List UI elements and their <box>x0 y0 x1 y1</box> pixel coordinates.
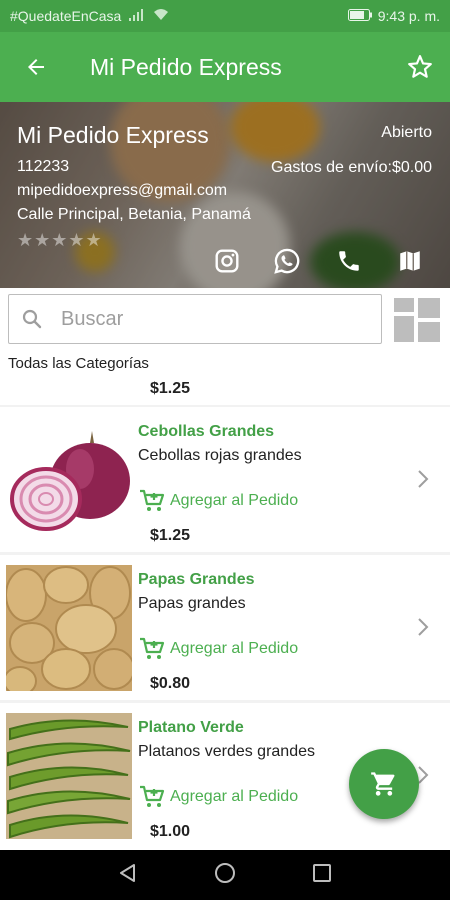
chevron-right-icon <box>418 470 429 488</box>
battery-icon <box>347 8 372 24</box>
search-icon <box>9 307 55 331</box>
product-name: Cebollas Grandes <box>138 423 275 440</box>
shop-address: Calle Principal, Betania, Panamá <box>17 206 251 223</box>
shop-header: Mi Pedido Express Abierto 112233 Gastos … <box>0 102 450 288</box>
shop-status: Abierto <box>381 124 432 141</box>
instagram-button[interactable] <box>212 246 242 276</box>
product-price: $1.25 <box>150 380 191 397</box>
search-box[interactable] <box>8 294 382 344</box>
system-nav-bar <box>0 850 450 900</box>
shipping-cost: Gastos de envío:$0.00 <box>271 159 432 176</box>
cart-fab-button[interactable] <box>349 749 419 819</box>
status-bar: #QuedateEnCasa 9:43 p. m. <box>0 0 450 32</box>
product-image <box>14 380 110 384</box>
carrier-text: #QuedateEnCasa <box>10 8 122 24</box>
product-description: Platanos verdes grandes <box>138 743 315 760</box>
phone-button[interactable] <box>334 246 364 276</box>
search-input[interactable] <box>55 307 355 331</box>
product-card[interactable]: Cebollas Grandes Cebollas rojas grandes … <box>0 407 450 552</box>
onion-image <box>6 417 132 543</box>
whatsapp-icon <box>274 248 300 274</box>
back-button[interactable] <box>0 32 72 102</box>
category-label: Todas las Categorías <box>8 355 149 372</box>
add-cart-icon <box>140 785 165 807</box>
shop-info: Mi Pedido Express Abierto 112233 Gastos … <box>0 102 450 288</box>
status-right: 9:43 p. m. <box>347 8 440 24</box>
wifi-icon <box>153 8 169 24</box>
add-to-order-label: Agregar al Pedido <box>170 788 299 805</box>
product-card[interactable]: Papas Grandes Papas grandes Agregar al P… <box>0 555 450 700</box>
triangle-back-icon <box>120 863 135 882</box>
potato-image <box>3 565 135 696</box>
add-to-order-button[interactable]: Agregar al Pedido <box>138 488 298 514</box>
map-icon <box>400 251 420 271</box>
product-name: Platano Verde <box>138 719 244 736</box>
search-row <box>0 288 450 350</box>
add-cart-icon <box>140 637 165 659</box>
shop-name: Mi Pedido Express <box>17 122 209 148</box>
instagram-icon <box>215 249 239 273</box>
shop-email: mipedidoexpress@gmail.com <box>17 182 228 199</box>
plantain-image <box>6 713 132 839</box>
nav-home-button[interactable] <box>213 861 237 890</box>
map-button[interactable] <box>395 246 425 276</box>
nav-recents-button[interactable] <box>311 862 333 889</box>
status-time: 9:43 p. m. <box>377 8 440 24</box>
status-left: #QuedateEnCasa <box>10 8 348 24</box>
nav-back-button[interactable] <box>117 862 139 889</box>
view-toggle-button[interactable] <box>394 298 440 342</box>
app-title: Mi Pedido Express <box>90 53 282 80</box>
product-description: Papas grandes <box>138 595 246 612</box>
product-price: $0.80 <box>150 675 191 692</box>
add-to-order-button[interactable]: Agregar al Pedido <box>138 784 298 810</box>
chevron-right-icon <box>418 618 429 636</box>
product-price: $1.00 <box>150 823 191 840</box>
app-bar: Mi Pedido Express <box>0 32 450 102</box>
arrow-back-icon <box>28 59 44 75</box>
product-card[interactable]: $1.25 <box>0 380 450 405</box>
product-name: Papas Grandes <box>138 571 255 588</box>
signal-icon <box>129 8 145 24</box>
add-to-order-label: Agregar al Pedido <box>170 492 299 509</box>
add-to-order-label: Agregar al Pedido <box>170 640 299 657</box>
product-description: Cebollas rojas grandes <box>138 447 302 464</box>
shop-code: 112233 <box>17 158 70 175</box>
shopping-cart-icon <box>371 772 395 796</box>
add-cart-icon <box>140 489 165 511</box>
circle-home-icon <box>215 862 235 883</box>
favorite-button[interactable] <box>390 32 450 102</box>
add-to-order-button[interactable]: Agregar al Pedido <box>138 636 298 662</box>
phone-icon <box>339 251 359 271</box>
whatsapp-button[interactable] <box>272 246 302 276</box>
square-recents-icon <box>313 863 331 882</box>
category-selector[interactable]: Todas las Categorías <box>0 350 450 380</box>
product-price: $1.25 <box>150 527 191 544</box>
star-outline-icon <box>408 55 432 78</box>
grid-view-icon <box>394 298 440 342</box>
rating-stars: ★★★★★ <box>17 230 103 250</box>
